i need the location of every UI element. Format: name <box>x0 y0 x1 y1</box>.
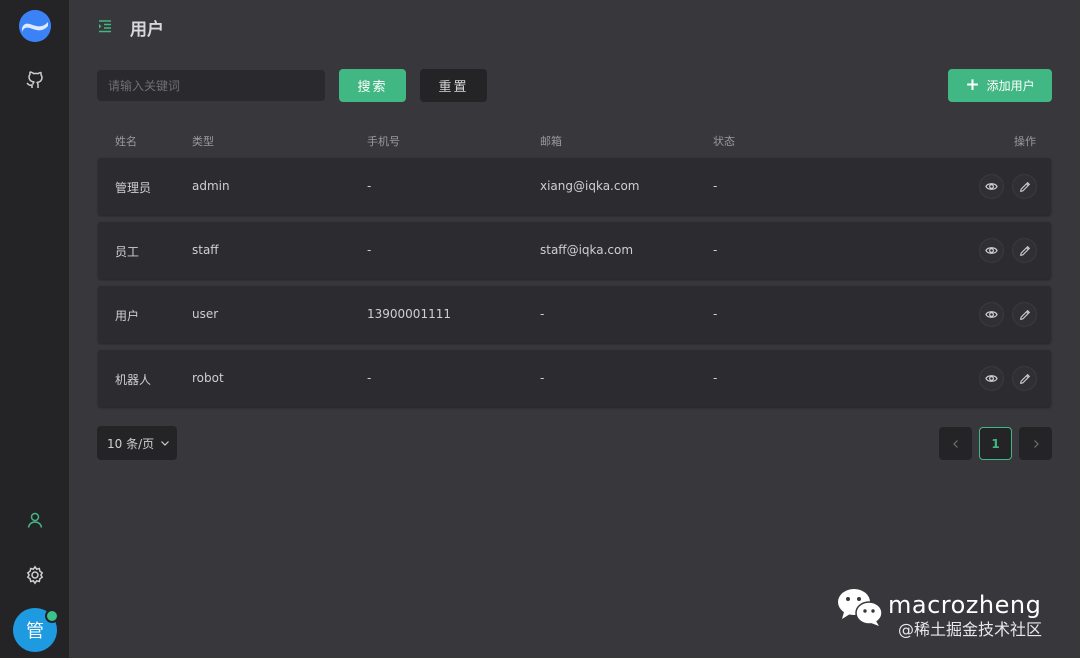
menu-toggle-icon[interactable] <box>97 18 113 34</box>
online-status-dot <box>45 609 59 623</box>
table-row: 机器人 robot - - - <box>98 350 1051 407</box>
cell-phone: - <box>367 371 372 385</box>
next-page-button[interactable] <box>1019 427 1052 460</box>
cell-email: xiang@iqka.com <box>540 179 640 193</box>
column-header-phone: 手机号 <box>367 135 400 148</box>
user-icon[interactable] <box>24 509 46 531</box>
cell-type: user <box>192 307 219 321</box>
watermark-subtitle: @稀土掘金技术社区 <box>898 620 1043 639</box>
cell-status: - <box>713 243 718 257</box>
view-button[interactable] <box>979 366 1004 391</box>
cell-name: 用户 <box>115 309 140 323</box>
column-header-actions: 操作 <box>1014 135 1036 148</box>
table-row: 员工 staff - staff@iqka.com - <box>98 222 1051 279</box>
cell-status: - <box>713 307 718 321</box>
view-button[interactable] <box>979 302 1004 327</box>
cell-status: - <box>713 371 718 385</box>
search-input[interactable] <box>97 70 325 101</box>
reset-button[interactable]: 重置 <box>420 69 487 102</box>
avatar-text: 管 <box>26 621 44 642</box>
add-user-button[interactable]: + 添加用户 <box>948 69 1052 102</box>
wechat-icon <box>838 589 883 626</box>
edit-button[interactable] <box>1012 238 1037 263</box>
plus-icon: + <box>965 75 980 95</box>
cell-email: - <box>540 307 545 321</box>
edit-button[interactable] <box>1012 174 1037 199</box>
table-row: 用户 user 13900001111 - - <box>98 286 1051 343</box>
eye-icon <box>985 183 998 190</box>
cell-name: 机器人 <box>115 373 152 387</box>
github-icon[interactable] <box>24 69 46 91</box>
column-header-status: 状态 <box>713 135 735 148</box>
view-button[interactable] <box>979 174 1004 199</box>
cell-phone: 13900001111 <box>367 307 451 321</box>
cell-type: admin <box>192 179 230 193</box>
current-page-number: 1 <box>991 436 1000 451</box>
column-header-email: 邮箱 <box>540 135 562 148</box>
page-size-value: 10 条/页 <box>107 436 155 451</box>
chevron-down-icon <box>161 441 170 446</box>
cell-email: - <box>540 371 545 385</box>
search-button-label: 搜索 <box>357 80 388 95</box>
table-row: 管理员 admin - xiang@iqka.com - <box>98 158 1051 215</box>
eye-icon <box>985 247 998 254</box>
watermark: macrozheng @稀土掘金技术社区 <box>836 586 1042 639</box>
view-button[interactable] <box>979 238 1004 263</box>
pencil-icon <box>1019 181 1030 192</box>
reset-button-label: 重置 <box>438 80 469 95</box>
chevron-left-icon <box>952 439 958 448</box>
pencil-icon <box>1019 309 1030 320</box>
column-header-type: 类型 <box>192 135 214 148</box>
page-button-current[interactable]: 1 <box>979 427 1012 460</box>
search-button[interactable]: 搜索 <box>339 69 406 102</box>
eye-icon <box>985 311 998 318</box>
edit-button[interactable] <box>1012 302 1037 327</box>
watermark-name: macrozheng <box>888 591 1042 619</box>
cell-phone: - <box>367 179 372 193</box>
edit-button[interactable] <box>1012 366 1037 391</box>
cell-type: staff <box>192 243 219 257</box>
prev-page-button[interactable] <box>939 427 972 460</box>
gear-icon[interactable] <box>24 564 46 586</box>
pencil-icon <box>1019 245 1030 256</box>
cell-status: - <box>713 179 718 193</box>
eye-icon <box>985 375 998 382</box>
sidebar: 管 <box>0 0 69 658</box>
page-title: 用户 <box>130 20 164 40</box>
column-header-name: 姓名 <box>115 135 137 148</box>
add-user-button-label: 添加用户 <box>986 79 1035 93</box>
cell-name: 管理员 <box>115 181 152 195</box>
cell-email: staff@iqka.com <box>540 243 634 257</box>
cell-type: robot <box>192 371 224 385</box>
chevron-right-icon <box>1033 439 1039 448</box>
logo-icon[interactable] <box>19 10 51 42</box>
pencil-icon <box>1019 373 1030 384</box>
page-size-select[interactable]: 10 条/页 <box>97 426 177 460</box>
cell-phone: - <box>367 243 372 257</box>
cell-name: 员工 <box>115 245 140 259</box>
